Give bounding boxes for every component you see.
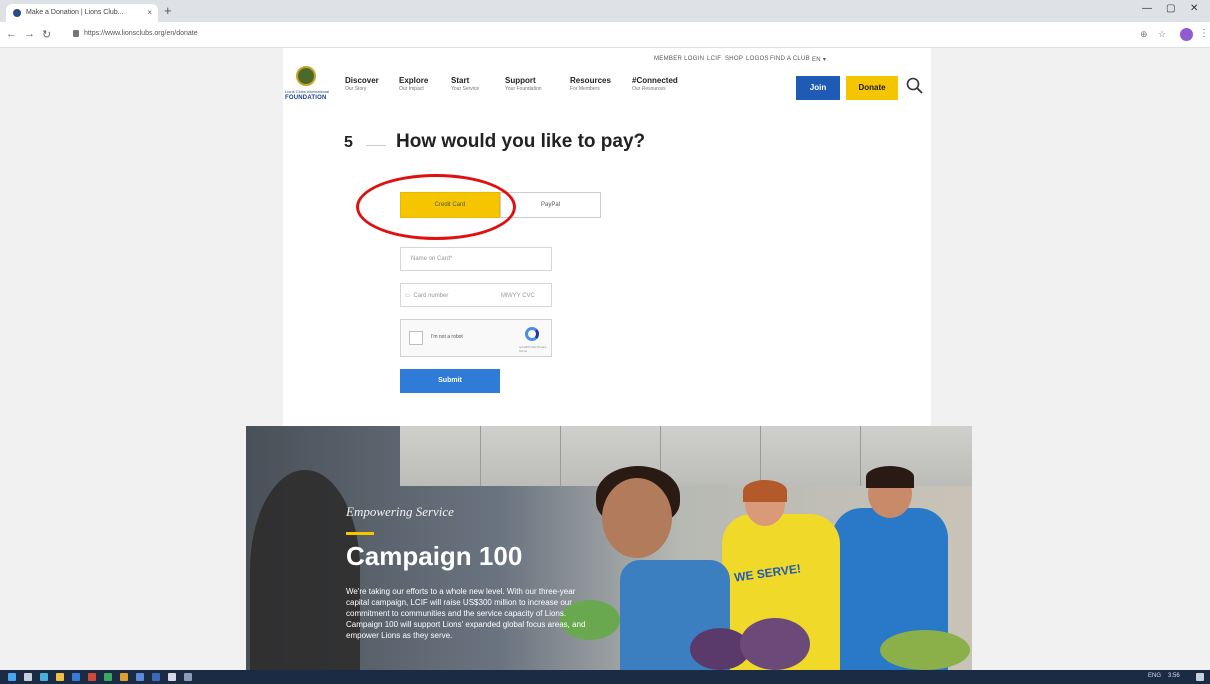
nav-discover[interactable]: Discover Our Story xyxy=(345,76,379,92)
app-icon[interactable] xyxy=(168,673,176,681)
reload-icon[interactable]: ↻ xyxy=(42,28,51,41)
maximize-button[interactable]: ▢ xyxy=(1166,3,1175,14)
utility-link-member-login[interactable]: MEMBER LOGIN xyxy=(654,56,704,62)
nav-title: Explore xyxy=(399,76,429,85)
notifications-icon[interactable] xyxy=(1196,673,1204,681)
nav-explore[interactable]: Explore Our Impact xyxy=(399,76,428,92)
task-view-icon[interactable] xyxy=(40,673,48,681)
app-icon[interactable] xyxy=(184,673,192,681)
zoom-icon[interactable]: ⊕ xyxy=(1140,29,1148,40)
hero-cabinet-edge xyxy=(860,426,861,486)
donate-button[interactable]: Donate xyxy=(846,76,898,100)
hero-title: Campaign 100 xyxy=(346,541,523,571)
nav-title: Support xyxy=(505,76,536,85)
tab-title: Make a Donation | Lions Club... xyxy=(26,9,124,16)
language-indicator[interactable]: ENG xyxy=(1148,673,1161,679)
recaptcha-label: I'm not a robot xyxy=(431,334,463,340)
hero-text-block: Empowering Service Campaign 100 We're ta… xyxy=(346,504,626,641)
lock-icon xyxy=(73,30,79,37)
minimize-button[interactable]: — xyxy=(1142,3,1152,14)
app-icon[interactable] xyxy=(104,673,112,681)
nav-subtitle: For Members xyxy=(570,86,600,92)
nav-subtitle: Your Foundation xyxy=(505,86,542,92)
card-icon: ▭ xyxy=(405,293,410,299)
start-icon[interactable] xyxy=(8,673,16,681)
utility-link-logos[interactable]: LOGOS xyxy=(746,56,769,62)
file-explorer-icon[interactable] xyxy=(56,673,64,681)
windows-taskbar: ENG 3:56 xyxy=(0,670,1210,684)
hero-volunteer-hair xyxy=(866,466,914,488)
submit-button[interactable]: Submit xyxy=(400,369,500,393)
annotation-circle xyxy=(356,174,516,240)
nav-title: Discover xyxy=(345,76,379,85)
name-on-card-field[interactable]: Name on Card* xyxy=(400,247,552,271)
menu-kebab-icon[interactable]: ⋮ xyxy=(1199,28,1209,39)
nav-subtitle: Your Service xyxy=(451,86,480,92)
nav-title: #Connected xyxy=(632,76,678,85)
step-divider xyxy=(366,145,386,146)
utility-link-shop[interactable]: SHOP xyxy=(725,56,743,62)
recaptcha-terms: reCAPTCHA Privacy - Terms xyxy=(519,345,549,353)
language-selector[interactable]: EN ▾ xyxy=(812,56,826,63)
nav-subtitle: Our Story xyxy=(345,86,367,92)
name-on-card-placeholder: Name on Card* xyxy=(411,256,453,262)
card-number-placeholder: Card number xyxy=(413,293,449,299)
page-content xyxy=(283,48,931,426)
hero-greens xyxy=(880,630,970,670)
hero-cabinet-edge xyxy=(560,426,561,486)
hero-cabinet-edge xyxy=(760,426,761,486)
new-tab-button[interactable]: + xyxy=(164,3,172,18)
card-number-field[interactable]: ▭ Card number MM/YY CVC xyxy=(400,283,552,307)
nav-title: Resources xyxy=(570,76,611,85)
lions-logo-icon[interactable] xyxy=(296,66,316,86)
nav-support[interactable]: Support Your Foundation xyxy=(505,76,542,92)
step-number: 5 xyxy=(344,134,353,151)
edge-icon[interactable] xyxy=(72,673,80,681)
bookmark-star-icon[interactable]: ☆ xyxy=(1158,29,1166,40)
hero-eyebrow: Empowering Service xyxy=(346,504,454,519)
nav-connected[interactable]: #Connected Our Resources xyxy=(632,76,678,92)
app-icon[interactable] xyxy=(152,673,160,681)
nav-start[interactable]: Start Your Service xyxy=(451,76,479,92)
nav-title: Start xyxy=(451,76,470,85)
utility-link-lcif[interactable]: LCIF xyxy=(707,56,721,62)
search-icon[interactable] xyxy=(905,76,925,96)
logo-text: FOUNDATION xyxy=(285,95,327,101)
profile-avatar[interactable] xyxy=(1180,28,1193,41)
clock[interactable]: 3:56 xyxy=(1168,673,1180,679)
app-icon[interactable] xyxy=(136,673,144,681)
app-icon[interactable] xyxy=(88,673,96,681)
recaptcha-checkbox[interactable] xyxy=(409,331,423,345)
logo-small-text: Lions Clubs International xyxy=(285,89,330,94)
hero-person-silhouette xyxy=(250,470,360,670)
hero-rule xyxy=(346,532,374,535)
hero-body: We're taking our efforts to a whole new … xyxy=(346,587,586,640)
back-icon[interactable]: ← xyxy=(6,28,17,40)
hero-volunteer-hair xyxy=(743,480,787,502)
url-field[interactable]: https://www.lionsclubs.org/en/donate xyxy=(84,30,198,37)
join-button[interactable]: Join xyxy=(796,76,840,100)
address-bar: ← → ↻ https://www.lionsclubs.org/en/dona… xyxy=(0,22,1210,48)
hero-cabbage xyxy=(740,618,810,670)
utility-link-find-a-club[interactable]: FIND A CLUB xyxy=(770,56,810,62)
forward-icon[interactable]: → xyxy=(24,28,35,40)
chrome-icon[interactable] xyxy=(120,673,128,681)
nav-resources[interactable]: Resources For Members xyxy=(570,76,611,92)
expiry-cvc-placeholder: MM/YY CVC xyxy=(501,293,535,299)
nav-subtitle: Our Resources xyxy=(632,86,666,92)
recaptcha-logo-icon xyxy=(525,327,539,341)
search-taskbar-icon[interactable] xyxy=(24,673,32,681)
tab-close-icon[interactable]: × xyxy=(147,8,152,17)
favicon-icon xyxy=(13,9,21,17)
hero-cabinet-edge xyxy=(480,426,481,486)
recaptcha-widget: I'm not a robot reCAPTCHA Privacy - Term… xyxy=(400,319,552,357)
close-window-button[interactable]: ✕ xyxy=(1190,3,1198,14)
browser-tab-bar: Make a Donation | Lions Club... × + — ▢ … xyxy=(0,0,1210,22)
step-title: How would you like to pay? xyxy=(396,131,646,152)
nav-subtitle: Our Impact xyxy=(399,86,424,92)
browser-tab[interactable]: Make a Donation | Lions Club... × xyxy=(6,4,158,22)
